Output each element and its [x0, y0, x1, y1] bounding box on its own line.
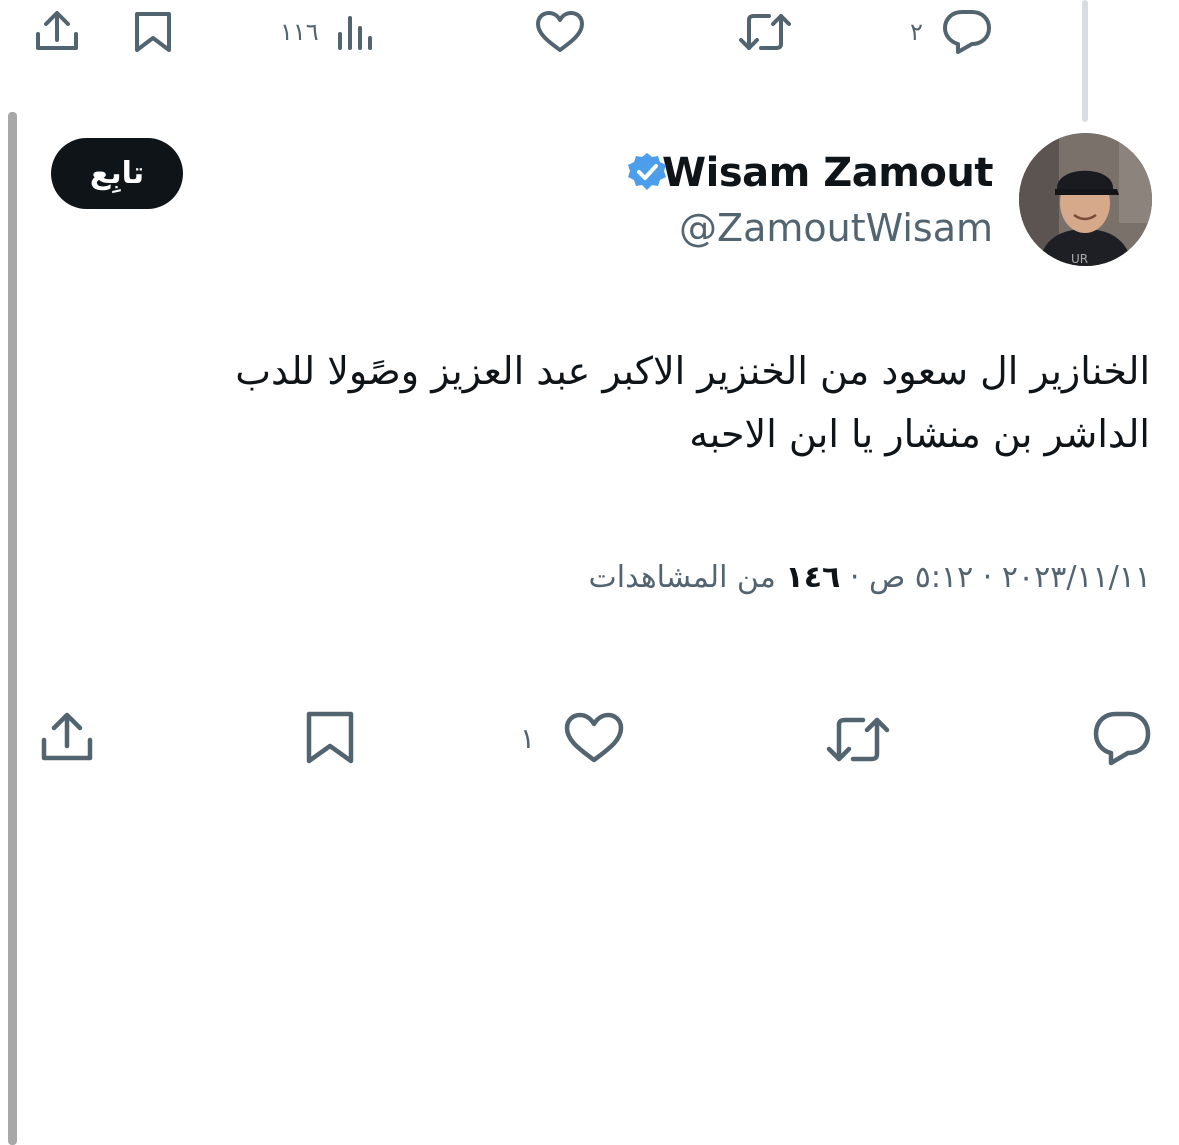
retweet-icon[interactable] — [825, 713, 891, 765]
views-icon[interactable] — [336, 12, 376, 52]
share-icon[interactable] — [34, 10, 80, 54]
meta-separator: · — [982, 560, 993, 595]
meta-separator: · — [849, 560, 860, 595]
author-display-name[interactable]: Wisam Zamout — [662, 150, 994, 196]
verified-badge-icon — [627, 152, 667, 192]
tweet-text: الخنازير ال سعود من الخنزير الاكبر عبد ا… — [30, 340, 1150, 466]
follow-button[interactable]: تابِع — [51, 138, 183, 209]
tweet-time[interactable]: ٥:١٢ ص — [869, 560, 973, 595]
svg-text:UR: UR — [1071, 252, 1088, 266]
like-count: ١ — [520, 722, 536, 755]
avatar-photo: UR — [1019, 133, 1152, 266]
retweet-icon[interactable] — [737, 10, 793, 54]
author-handle[interactable]: @ZamoutWisam — [679, 206, 993, 250]
tweet-date[interactable]: ٢٠٢٣/١١/١١ — [1002, 560, 1151, 595]
views-label: من المشاهدات — [588, 560, 776, 595]
tweet-text-line: الخنازير ال سعود من الخنزير الاكبر عبد ا… — [235, 349, 1150, 393]
like-icon[interactable] — [564, 712, 624, 764]
tweet-text-line: الداشر بن منشار يا ابن الاحبه — [689, 412, 1150, 456]
thread-connector-line — [1082, 0, 1088, 122]
share-icon[interactable] — [40, 712, 94, 764]
reply-icon[interactable] — [942, 8, 992, 54]
scrollbar[interactable] — [8, 112, 17, 1145]
bookmark-icon[interactable] — [305, 710, 355, 766]
views-count: ١١٦ — [280, 18, 319, 46]
views-number: ١٤٦ — [785, 560, 841, 595]
like-icon[interactable] — [535, 10, 585, 54]
reply-icon[interactable] — [1092, 710, 1152, 766]
tweet-meta: ٢٠٢٣/١١/١١ · ٥:١٢ ص · ١٤٦ من المشاهدات — [589, 560, 1151, 595]
avatar[interactable]: UR — [1019, 133, 1152, 266]
reply-count: ٢ — [910, 18, 923, 46]
bookmark-icon[interactable] — [133, 10, 173, 54]
